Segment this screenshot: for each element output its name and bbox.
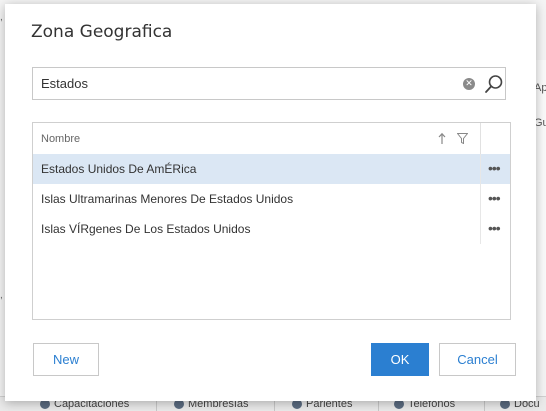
sort-up-icon[interactable] — [437, 132, 447, 145]
search-box: ✕ — [32, 67, 506, 100]
column-header-nombre[interactable]: Nombre — [41, 133, 80, 145]
row-label: Islas Ultramarinas Menores De Estados Un… — [41, 192, 294, 206]
results-grid: Nombre Estados Unidos De AmÉRica ••• Isl… — [32, 122, 511, 320]
header-divider — [480, 123, 481, 154]
zona-geografica-dialog: Zona Geografica ✕ Nombre Estados Unidos … — [5, 4, 536, 401]
new-button[interactable]: New — [33, 343, 99, 376]
clear-icon[interactable]: ✕ — [463, 78, 475, 90]
grid-row[interactable]: Islas VÍRgenes De Los Estados Unidos ••• — [33, 214, 510, 244]
search-input[interactable] — [41, 68, 451, 99]
cancel-button[interactable]: Cancel — [439, 343, 516, 376]
filter-icon[interactable] — [457, 133, 468, 144]
row-label: Islas VÍRgenes De Los Estados Unidos — [41, 222, 251, 236]
background-left-mark: , — [0, 290, 3, 301]
more-icon[interactable]: ••• — [488, 221, 502, 235]
row-label: Estados Unidos De AmÉRica — [41, 162, 197, 176]
background-left-mark: , — [0, 12, 3, 23]
grid-row[interactable]: Islas Ultramarinas Menores De Estados Un… — [33, 184, 510, 214]
dialog-title: Zona Geografica — [31, 22, 173, 42]
grid-header: Nombre — [33, 123, 510, 155]
ok-button[interactable]: OK — [371, 343, 429, 376]
action-column-divider — [480, 154, 481, 244]
search-icon[interactable] — [484, 74, 504, 94]
more-icon[interactable]: ••• — [488, 191, 502, 205]
more-icon[interactable]: ••• — [488, 161, 502, 175]
grid-row[interactable]: Estados Unidos De AmÉRica ••• — [33, 154, 510, 184]
